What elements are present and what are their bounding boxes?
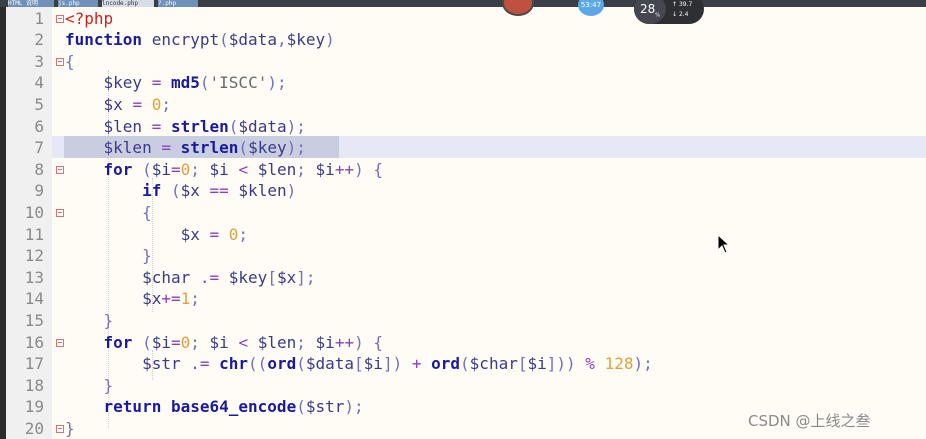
line-number: 13: [24, 267, 44, 287]
fold-toggle-icon[interactable]: [56, 57, 64, 66]
net-upload-speed: ↑ 39.7: [672, 1, 693, 8]
line-number: 11: [24, 224, 44, 244]
line-number: 6: [34, 116, 44, 136]
code-line[interactable]: 2 function encrypt($data,$key): [0, 29, 926, 51]
code-line[interactable]: 4 $key = md5('ISCC');: [0, 72, 926, 94]
code-line[interactable]: 3{: [0, 51, 926, 73]
line-number: 12: [24, 246, 44, 266]
fold-toggle-icon[interactable]: [56, 14, 64, 23]
fold-toggle-icon[interactable]: [56, 424, 64, 433]
mouse-cursor-icon: [717, 234, 731, 254]
code-line[interactable]: 12 }: [0, 245, 926, 267]
code-line[interactable]: 10 {: [0, 202, 926, 224]
code-line[interactable]: 16 for ($i=0; $i < $len; $i++) {: [0, 332, 926, 354]
code-text[interactable]: $x+=1;: [65, 288, 200, 310]
code-text[interactable]: $key = md5('ISCC');: [65, 72, 287, 94]
line-number: 9: [34, 181, 44, 201]
code-line[interactable]: 1 <?php: [0, 8, 926, 30]
line-number: 3: [34, 51, 44, 71]
code-text[interactable]: $klen = strlen($key);: [65, 137, 306, 159]
code-line[interactable]: 17 $str .= chr((ord($data[$i]) + ord($ch…: [0, 353, 926, 375]
line-number: 7: [34, 138, 44, 158]
fold-toggle-icon[interactable]: [56, 165, 64, 174]
code-text[interactable]: if ($x == $klen): [65, 180, 296, 202]
code-text[interactable]: $str .= chr((ord($data[$i]) + ord($char[…: [65, 353, 653, 375]
code-text[interactable]: $char .= $key[$x];: [65, 267, 315, 289]
line-number: 10: [24, 202, 44, 222]
code-line[interactable]: 6 $len = strlen($data);: [0, 116, 926, 138]
net-usage-circle: 28%: [634, 0, 666, 24]
code-text[interactable]: }: [65, 245, 152, 267]
code-line[interactable]: 11 $x = 0;: [0, 224, 926, 246]
line-number: 8: [34, 159, 44, 179]
code-text[interactable]: $x = 0;: [65, 94, 171, 116]
line-number: 16: [24, 332, 44, 352]
fold-toggle-icon[interactable]: [56, 208, 64, 217]
code-text[interactable]: function encrypt($data,$key): [65, 29, 335, 51]
line-number: 19: [24, 397, 44, 417]
code-text[interactable]: for ($i=0; $i < $len; $i++) {: [65, 159, 383, 181]
tab-bar: HTML 说明 js.php lncode.php ?.php: [0, 0, 926, 7]
code-line[interactable]: 13 $char .= $key[$x];: [0, 267, 926, 289]
tab-html[interactable]: HTML 说明: [8, 0, 54, 7]
code-line[interactable]: 18 }: [0, 375, 926, 397]
csdn-watermark: CSDN @上线之叁: [748, 412, 871, 430]
code-text[interactable]: for ($i=0; $i < $len; $i++) {: [65, 332, 383, 354]
code-line[interactable]: 8 for ($i=0; $i < $len; $i++) {: [0, 159, 926, 181]
network-monitor-widget[interactable]: 28% ↑ 39.7 ↓ 2.4: [634, 0, 704, 24]
code-text[interactable]: return base64_encode($str);: [65, 396, 364, 418]
tab-other[interactable]: ?.php: [158, 0, 198, 7]
line-number: 17: [24, 354, 44, 374]
line-number: 18: [24, 375, 44, 395]
fold-toggle-icon[interactable]: [56, 338, 64, 347]
line-number: 20: [24, 418, 44, 438]
net-download-speed: ↓ 2.4: [672, 11, 689, 18]
code-text[interactable]: <?php: [65, 8, 113, 30]
tab-lncode[interactable]: lncode.php: [102, 0, 154, 7]
code-text[interactable]: {: [65, 202, 152, 224]
line-number: 5: [34, 94, 44, 114]
code-text[interactable]: }: [65, 375, 114, 397]
code-line[interactable]: 7 $klen = strlen($key);: [0, 137, 926, 159]
code-text[interactable]: $len = strlen($data);: [65, 116, 306, 138]
code-text[interactable]: {: [65, 51, 75, 73]
code-line[interactable]: 15 }: [0, 310, 926, 332]
code-text[interactable]: }: [65, 418, 75, 439]
tab-js[interactable]: js.php: [58, 0, 98, 7]
code-text[interactable]: }: [65, 310, 114, 332]
code-text[interactable]: $x = 0;: [65, 224, 248, 246]
code-line[interactable]: 9 if ($x == $klen): [0, 180, 926, 202]
code-line[interactable]: 5 $x = 0;: [0, 94, 926, 116]
line-number: 15: [24, 310, 44, 330]
code-line[interactable]: 14 $x+=1;: [0, 288, 926, 310]
line-number: 1: [34, 8, 44, 28]
line-number: 14: [24, 289, 44, 309]
line-number: 4: [34, 73, 44, 93]
line-number: 2: [34, 30, 44, 50]
